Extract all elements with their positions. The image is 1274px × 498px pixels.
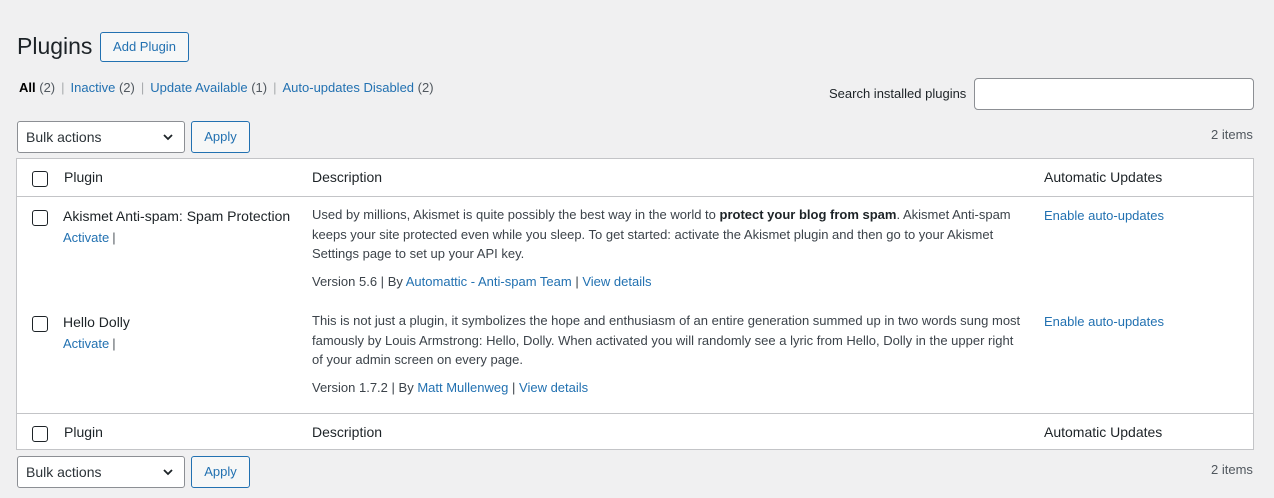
plugins-table: Plugin Description Automatic Updates Aki… bbox=[16, 158, 1254, 450]
page-title: Plugins bbox=[17, 33, 93, 59]
column-header-auto-updates: Automatic Updates bbox=[1044, 169, 1163, 185]
search-label: Search installed plugins bbox=[829, 86, 967, 101]
filter-all[interactable]: All (2) bbox=[19, 80, 55, 95]
chevron-down-icon bbox=[162, 122, 174, 163]
select-all-checkbox[interactable] bbox=[32, 171, 48, 187]
plugin-meta: Version 5.6 | By Automattic - Anti-spam … bbox=[312, 274, 652, 289]
activate-link[interactable]: Activate bbox=[63, 230, 109, 245]
chevron-down-icon bbox=[162, 457, 174, 498]
bulk-actions-select-top[interactable]: Bulk actions bbox=[17, 121, 185, 153]
plugin-meta: Version 1.7.2 | By Matt Mullenweg | View… bbox=[312, 380, 589, 395]
items-count-top: 2 items bbox=[1211, 127, 1253, 142]
apply-button-top[interactable]: Apply bbox=[191, 121, 250, 153]
column-footer-description: Description bbox=[312, 424, 383, 440]
column-header-plugin[interactable]: Plugin bbox=[64, 169, 103, 185]
row-actions: Activate | bbox=[63, 336, 116, 351]
row-actions: Activate | bbox=[63, 230, 116, 245]
filter-update-available[interactable]: Update Available bbox=[150, 80, 247, 95]
view-details-link[interactable]: View details bbox=[582, 274, 651, 289]
plugin-status-filters: All (2) | Inactive (2) | Update Available (1… bbox=[19, 80, 434, 95]
add-plugin-button[interactable]: Add Plugin bbox=[100, 32, 189, 62]
plugin-name: Akismet Anti-spam: Spam Protection bbox=[63, 208, 291, 224]
filter-inactive[interactable]: Inactive bbox=[71, 80, 116, 95]
column-footer-auto-updates: Automatic Updates bbox=[1044, 424, 1163, 440]
search-input[interactable] bbox=[974, 78, 1254, 110]
select-all-checkbox-footer[interactable] bbox=[32, 426, 48, 442]
activate-link[interactable]: Activate bbox=[63, 336, 109, 351]
plugin-checkbox[interactable] bbox=[32, 210, 48, 226]
author-link[interactable]: Automattic - Anti-spam Team bbox=[406, 274, 572, 289]
plugin-name: Hello Dolly bbox=[63, 314, 130, 330]
plugin-checkbox[interactable] bbox=[32, 316, 48, 332]
apply-button-bottom[interactable]: Apply bbox=[191, 456, 250, 488]
enable-auto-updates-link[interactable]: Enable auto-updates bbox=[1044, 208, 1164, 223]
view-details-link[interactable]: View details bbox=[519, 380, 588, 395]
enable-auto-updates-link[interactable]: Enable auto-updates bbox=[1044, 314, 1164, 329]
plugin-description: Used by millions, Akismet is quite possi… bbox=[312, 207, 1011, 261]
column-header-description: Description bbox=[312, 169, 383, 185]
filter-auto-updates-disabled[interactable]: Auto-updates Disabled bbox=[283, 80, 415, 95]
author-link[interactable]: Matt Mullenweg bbox=[417, 380, 508, 395]
column-footer-plugin[interactable]: Plugin bbox=[64, 424, 103, 440]
plugin-description: This is not just a plugin, it symbolizes… bbox=[312, 313, 1021, 367]
bulk-actions-select-bottom[interactable]: Bulk actions bbox=[17, 456, 185, 488]
